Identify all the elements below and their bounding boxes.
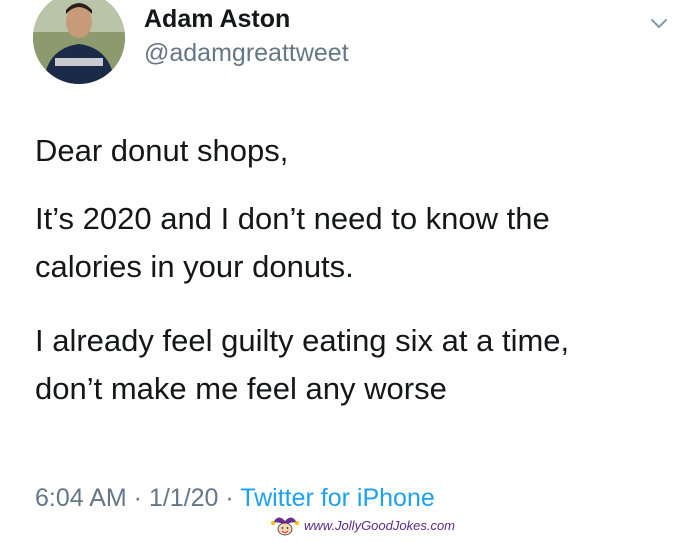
tweet-text-line: I already feel guilty eating six at a ti… [35, 323, 570, 358]
meta-separator: · [218, 484, 241, 512]
meta-separator: · [126, 484, 149, 512]
display-name[interactable]: Adam Aston [144, 5, 290, 34]
watermark: www.JollyGoodJokes.com [270, 512, 455, 538]
tweet-source-link[interactable]: Twitter for iPhone [240, 484, 435, 512]
tweet-time[interactable]: 6:04 AM [35, 484, 127, 512]
avatar[interactable] [33, 0, 125, 84]
tweet-date[interactable]: 1/1/20 [149, 484, 219, 512]
tweet-card: Adam Aston @adamgreattweet Dear donut sh… [0, 0, 700, 543]
jester-logo-icon [271, 517, 299, 536]
tweet-metadata: 6:04 AM · 1/1/20 · Twitter for iPhone [35, 484, 435, 513]
chevron-down-icon[interactable] [648, 12, 670, 34]
tweet-text-line: don’t make me feel any worse [35, 371, 447, 406]
watermark-text: www.JollyGoodJokes.com [304, 517, 455, 533]
tweet-text-line: calories in your donuts. [35, 249, 354, 284]
tweet-text-line: Dear donut shops, [35, 133, 289, 168]
user-handle[interactable]: @adamgreattweet [144, 39, 349, 68]
tweet-text-line: It’s 2020 and I don’t need to know the [35, 201, 550, 236]
avatar-photo [33, 0, 125, 84]
